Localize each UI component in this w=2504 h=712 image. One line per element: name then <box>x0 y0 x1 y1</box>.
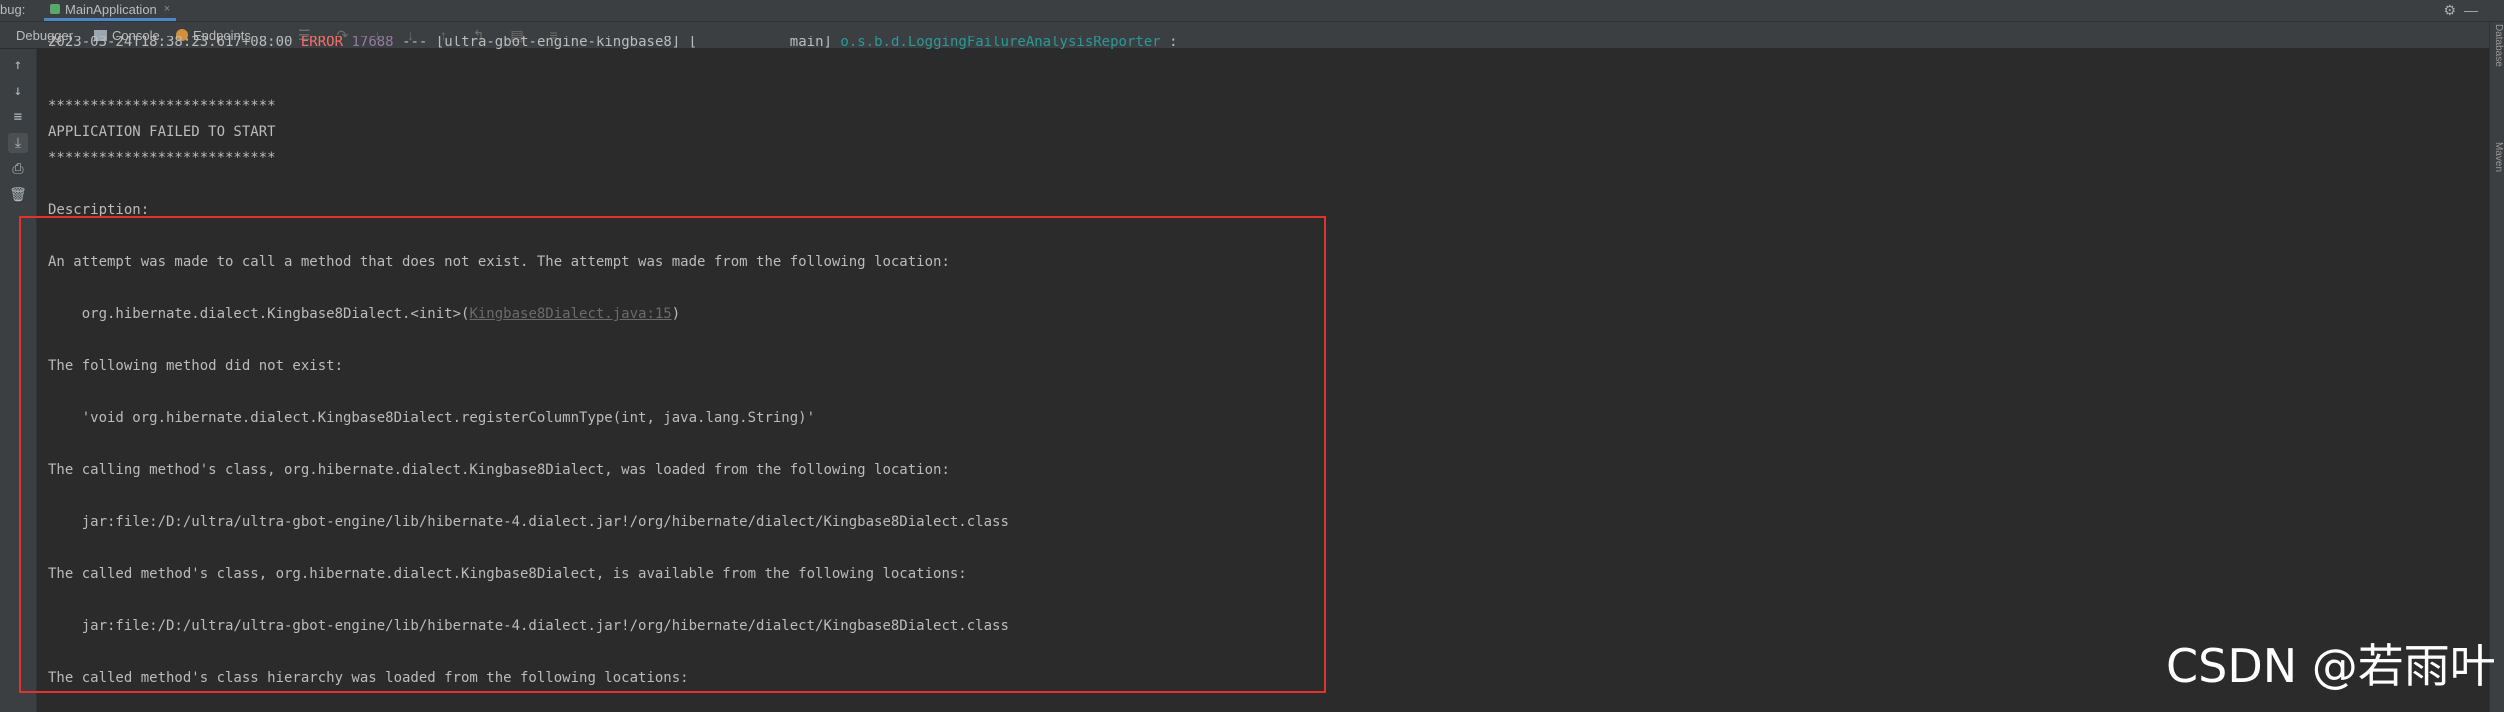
session-tab-main-application[interactable]: MainApplication × <box>44 0 177 21</box>
log-logger: o.s.b.d.LoggingFailureAnalysisReporter <box>840 36 1161 50</box>
app-run-icon <box>50 4 60 14</box>
log-level: ERROR <box>300 36 344 50</box>
maven-tool-tab[interactable]: Maven <box>2490 142 2504 172</box>
soft-wrap-icon[interactable]: ≡ <box>8 107 28 127</box>
red-highlight-box <box>19 216 1326 693</box>
right-tool-strip: Database Maven <box>2489 22 2504 712</box>
log-trailer: : <box>1169 36 1178 50</box>
session-tab-label: MainApplication <box>65 1 157 17</box>
csdn-watermark: CSDN @若雨叶 <box>2166 639 2496 693</box>
scroll-up-icon[interactable]: ↑ <box>8 55 28 75</box>
console-line: APPLICATION FAILED TO START <box>48 124 276 140</box>
print-icon[interactable]: ⎙ <box>8 159 28 179</box>
debug-label: bug: <box>0 2 26 17</box>
log-timestamp: 2023-03-24T18:38:23.617+08:00 <box>48 36 293 50</box>
settings-icon[interactable]: ⚙— <box>2443 2 2486 19</box>
log-app: [ultra-gbot-engine-kingbase8] [ main] <box>435 36 832 50</box>
debug-session-bar: bug: MainApplication × ⚙— <box>0 0 2504 22</box>
log-separator: --- <box>402 36 428 50</box>
database-tool-tab[interactable]: Database <box>2490 24 2504 67</box>
console-line: *************************** <box>48 150 276 166</box>
clear-all-icon[interactable]: 🗑 <box>8 185 28 205</box>
console-line: *************************** <box>48 98 276 114</box>
scroll-down-icon[interactable]: ↓ <box>8 81 28 101</box>
scroll-to-end-icon[interactable]: ⤓ <box>8 133 28 153</box>
log-header-line: 2023-03-24T18:38:23.617+08:00 ERROR 1768… <box>48 36 1178 52</box>
log-pid: 17688 <box>351 36 394 50</box>
close-tab-icon[interactable]: × <box>164 3 170 15</box>
